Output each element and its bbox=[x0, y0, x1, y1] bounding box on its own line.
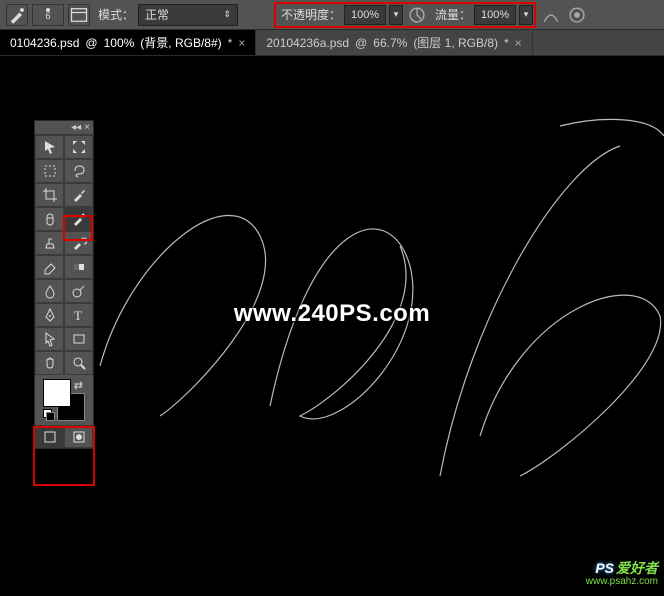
gradient-tool[interactable] bbox=[64, 255, 93, 279]
tab-filename: 0104236.psd bbox=[10, 36, 79, 50]
crop-tool[interactable] bbox=[35, 183, 64, 207]
eraser-tool[interactable] bbox=[35, 255, 64, 279]
pen-tool[interactable] bbox=[35, 303, 64, 327]
chevron-updown-icon: ⇕ bbox=[223, 9, 231, 20]
svg-text:T: T bbox=[74, 308, 82, 323]
flow-dropdown[interactable]: ▾ bbox=[519, 5, 533, 25]
lasso-tool[interactable] bbox=[64, 159, 93, 183]
rectangle-shape-tool[interactable] bbox=[64, 327, 93, 351]
type-tool[interactable]: T bbox=[64, 303, 93, 327]
corner-watermark-prefix: PS bbox=[595, 560, 614, 576]
tab-dirty-indicator: * bbox=[504, 36, 509, 50]
tab-dirty-indicator: * bbox=[228, 36, 233, 50]
size-pressure-toggle[interactable] bbox=[566, 4, 588, 26]
corner-watermark-main: 爱好者 bbox=[616, 560, 658, 576]
opacity-input[interactable]: 100% bbox=[344, 5, 386, 25]
foreground-color-swatch[interactable] bbox=[43, 379, 71, 407]
brush-preset-picker[interactable]: 6 bbox=[32, 4, 64, 26]
tab-zoom: 100% bbox=[104, 36, 135, 50]
brush-tool[interactable] bbox=[64, 207, 93, 231]
flow-input[interactable]: 100% bbox=[474, 5, 516, 25]
document-tab[interactable]: 0104236.psd @ 100% (背景, RGB/8#) * × bbox=[0, 30, 256, 55]
document-tab[interactable]: 20104236a.psd @ 66.7% (图层 1, RGB/8) * × bbox=[256, 30, 532, 55]
quickmask-mode-button[interactable] bbox=[64, 426, 93, 448]
tool-preset-picker[interactable] bbox=[6, 4, 28, 26]
default-colors-icon[interactable] bbox=[43, 409, 55, 421]
brush-panel-toggle[interactable] bbox=[68, 4, 90, 26]
path-select-tool[interactable] bbox=[35, 327, 64, 351]
close-icon[interactable]: × bbox=[238, 36, 245, 50]
airbrush-toggle[interactable] bbox=[540, 4, 562, 26]
eyedropper-tool[interactable] bbox=[64, 183, 93, 207]
move-tool[interactable] bbox=[35, 135, 64, 159]
marquee-tool[interactable] bbox=[35, 159, 64, 183]
collapse-icon[interactable]: ◂◂ bbox=[71, 122, 81, 133]
tab-detail: (图层 1, RGB/8) bbox=[413, 34, 498, 51]
swap-colors-icon[interactable]: ⇄ bbox=[74, 379, 83, 392]
zoom-tool[interactable] bbox=[64, 351, 93, 375]
opacity-dropdown[interactable]: ▾ bbox=[389, 5, 403, 25]
blur-tool[interactable] bbox=[35, 279, 64, 303]
watermark-text: www.240PS.com bbox=[234, 300, 430, 328]
flow-label: 流量： bbox=[435, 6, 471, 23]
tab-zoom: 66.7% bbox=[373, 36, 407, 50]
blend-mode-dropdown[interactable]: 正常 ⇕ bbox=[138, 4, 238, 26]
standard-mode-button[interactable] bbox=[35, 426, 64, 448]
close-icon[interactable]: × bbox=[515, 36, 522, 50]
tab-detail: (背景, RGB/8#) bbox=[140, 34, 221, 51]
blend-mode-label: 模式： bbox=[98, 6, 134, 23]
color-swatches: ⇄ bbox=[35, 375, 93, 425]
tab-at: @ bbox=[355, 36, 367, 50]
opacity-label: 不透明度： bbox=[281, 6, 341, 23]
corner-watermark-sub: www.psahz.com bbox=[586, 576, 658, 587]
clone-stamp-tool[interactable] bbox=[35, 231, 64, 255]
artboard-tool[interactable] bbox=[64, 135, 93, 159]
opacity-pressure-toggle[interactable] bbox=[406, 4, 428, 26]
blend-mode-value: 正常 bbox=[145, 6, 169, 23]
brush-size-value: 6 bbox=[45, 12, 50, 21]
history-brush-tool[interactable] bbox=[64, 231, 93, 255]
corner-watermark: PS爱好者 www.psahz.com bbox=[586, 561, 658, 587]
tools-panel: ◂◂ × T ⇄ bbox=[34, 120, 94, 449]
options-bar: 6 模式： 正常 ⇕ 不透明度： 100% ▾ 流量： 100% ▾ bbox=[0, 0, 664, 30]
opacity-flow-highlight: 不透明度： 100% ▾ 流量： 100% ▾ bbox=[274, 2, 536, 28]
hand-tool[interactable] bbox=[35, 351, 64, 375]
tab-at: @ bbox=[85, 36, 97, 50]
tools-panel-header[interactable]: ◂◂ × bbox=[35, 121, 93, 135]
canvas[interactable]: www.240PS.com PS爱好者 www.psahz.com bbox=[0, 56, 664, 593]
spot-heal-tool[interactable] bbox=[35, 207, 64, 231]
dodge-tool[interactable] bbox=[64, 279, 93, 303]
document-tab-bar: 0104236.psd @ 100% (背景, RGB/8#) * × 2010… bbox=[0, 30, 664, 56]
close-icon[interactable]: × bbox=[84, 122, 90, 133]
tab-filename: 20104236a.psd bbox=[266, 36, 349, 50]
